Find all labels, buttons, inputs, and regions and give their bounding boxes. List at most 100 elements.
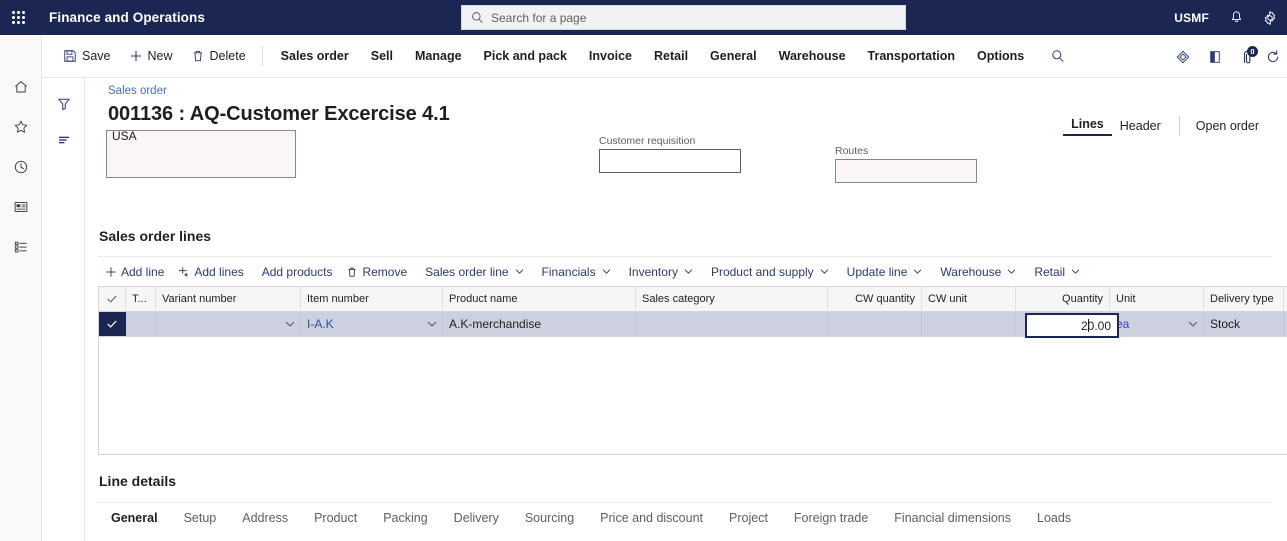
grid-header-quantity[interactable]: Quantity <box>1016 287 1110 311</box>
grid-toolbar-financials-button[interactable]: Financials <box>531 259 618 285</box>
line-details-tab-financial-dimensions[interactable]: Financial dimensions <box>881 511 1024 532</box>
lookup-chevron-down-icon[interactable] <box>1188 319 1198 329</box>
grid-toolbar-add-products-button[interactable]: Add products <box>251 259 340 285</box>
cell-cw-unit[interactable] <box>922 312 1016 336</box>
line-details-tab-foreign-trade[interactable]: Foreign trade <box>781 511 881 532</box>
line-details-tab-loads[interactable]: Loads <box>1024 511 1084 532</box>
page-tab-group: Lines Header Open order <box>1063 114 1265 138</box>
cell-item-number[interactable]: I-A.K <box>301 312 443 336</box>
line-details-tab-label: Delivery <box>453 511 499 525</box>
grid-header-cw-unit[interactable]: CW unit <box>922 287 1016 311</box>
grid-header-label: Product name <box>449 293 518 305</box>
delete-button[interactable]: Delete <box>182 39 255 73</box>
grid-header-cw-quantity[interactable]: CW quantity <box>828 287 922 311</box>
line-details-tab-setup[interactable]: Setup <box>171 511 230 532</box>
line-details-tab-price-and-discount[interactable]: Price and discount <box>587 511 716 532</box>
company-selector[interactable]: USMF <box>1164 11 1219 25</box>
line-details-tab-label: General <box>111 511 158 525</box>
grid-header-item-number[interactable]: Item number <box>301 287 443 311</box>
cell-t-[interactable] <box>126 312 156 336</box>
grid-toolbar-label: Update line <box>846 264 908 279</box>
lookup-chevron-down-icon[interactable] <box>285 319 295 329</box>
refresh-icon[interactable] <box>1263 39 1285 75</box>
cell-cw-quantity[interactable] <box>828 312 922 336</box>
grid-toolbar-remove-button[interactable]: Remove <box>339 259 414 285</box>
sort-lines-icon[interactable] <box>43 122 85 158</box>
new-button[interactable]: New <box>120 39 182 73</box>
app-launcher-icon[interactable] <box>0 0 36 35</box>
tab-lines[interactable]: Lines <box>1063 117 1112 136</box>
ribbon-tab-invoice[interactable]: Invoice <box>578 39 643 73</box>
grid-header-variant-number[interactable]: Variant number <box>156 287 301 311</box>
grid-toolbar-product-and-supply-button[interactable]: Product and supply <box>700 259 836 285</box>
line-details-tab-project[interactable]: Project <box>716 511 781 532</box>
grid-header-t-[interactable]: T... <box>126 287 156 311</box>
ribbon-tab-general[interactable]: General <box>699 39 768 73</box>
ribbon-tab-sell[interactable]: Sell <box>360 39 404 73</box>
recent-clock-icon[interactable] <box>0 147 42 187</box>
cell-sales-category[interactable] <box>636 312 828 336</box>
grid-toolbar-sales-order-line-button[interactable]: Sales order line <box>414 259 530 285</box>
share-diamond-icon[interactable] <box>1167 39 1199 75</box>
cell-variant-number[interactable] <box>156 312 301 336</box>
ribbon-tab-sales-order[interactable]: Sales order <box>270 39 360 73</box>
save-button[interactable]: Save <box>54 39 120 73</box>
line-details-tab-label: Packing <box>383 511 428 525</box>
grid-toolbar-add-lines-button[interactable]: Add lines <box>171 259 250 285</box>
grid-toolbar-retail-button[interactable]: Retail <box>1023 259 1087 285</box>
tab-header[interactable]: Header <box>1112 119 1169 133</box>
quantity-input-active[interactable]: 20.00 <box>1025 313 1119 338</box>
line-details-tab-address[interactable]: Address <box>229 511 301 532</box>
grid-header-unit[interactable]: Unit <box>1110 287 1204 311</box>
lookup-chevron-down-icon[interactable] <box>427 319 437 329</box>
global-search-input[interactable]: Search for a page <box>461 5 906 30</box>
grid-header-select-all[interactable] <box>99 287 126 311</box>
grid-header-delivery-type[interactable]: Delivery type <box>1204 287 1284 311</box>
ribbon-tab-label: Manage <box>415 49 462 63</box>
ribbon-tab-warehouse[interactable]: Warehouse <box>768 39 857 73</box>
grid-toolbar-add-line-button[interactable]: Add line <box>98 259 171 285</box>
ribbon-tab-pick-and-pack[interactable]: Pick and pack <box>473 39 578 73</box>
line-details-tab-sourcing[interactable]: Sourcing <box>512 511 587 532</box>
customer-requisition-input[interactable] <box>599 149 741 173</box>
ribbon-tab-transportation[interactable]: Transportation <box>857 39 967 73</box>
delivery-address-textarea[interactable]: USA <box>106 130 296 178</box>
modules-list-icon[interactable] <box>0 227 42 267</box>
line-details-tab-delivery[interactable]: Delivery <box>441 511 512 532</box>
grid-header-sales-category[interactable]: Sales category <box>636 287 828 311</box>
line-details-tab-packing[interactable]: Packing <box>370 511 440 532</box>
routes-input[interactable] <box>835 159 977 183</box>
ribbon-tab-options[interactable]: Options <box>966 39 1035 73</box>
grid-toolbar-update-line-button[interactable]: Update line <box>836 259 930 285</box>
grid-toolbar-warehouse-button[interactable]: Warehouse <box>929 259 1023 285</box>
workspaces-icon[interactable] <box>0 187 42 227</box>
add-lines-icon <box>178 266 190 278</box>
filter-funnel-icon[interactable] <box>43 86 85 122</box>
ribbon-tab-manage[interactable]: Manage <box>404 39 473 73</box>
grid-header-product-name[interactable]: Product name <box>443 287 636 311</box>
favorites-star-icon[interactable] <box>0 107 42 147</box>
line-details-tab-product[interactable]: Product <box>301 511 370 532</box>
row-select-checkbox[interactable] <box>99 312 126 336</box>
breadcrumb[interactable]: Sales order <box>108 85 167 97</box>
grid-header-label: CW unit <box>928 293 968 305</box>
cell-unit[interactable]: ea <box>1110 312 1204 336</box>
filter-pane <box>43 78 85 541</box>
page-content: Sales order 001136 : AQ-Customer Excerci… <box>85 78 1287 541</box>
cell-delivery-type[interactable]: Stock <box>1204 312 1284 336</box>
left-navigation-rail <box>0 35 42 541</box>
gear-icon[interactable] <box>1253 0 1287 35</box>
cell-product-name[interactable]: A.K-merchandise <box>443 312 636 336</box>
line-details-tab-general[interactable]: General <box>98 511 171 532</box>
app-title: Finance and Operations <box>49 10 205 25</box>
customer-requisition-label: Customer requisition <box>599 135 696 147</box>
bell-icon[interactable] <box>1219 0 1253 35</box>
ribbon-search-icon[interactable] <box>1043 41 1073 71</box>
grid-toolbar-inventory-button[interactable]: Inventory <box>618 259 700 285</box>
sales-order-lines-toolbar: Add line Add lines Add products Remove Sales… <box>98 256 1272 286</box>
attachments-icon[interactable]: 0 <box>1231 39 1263 75</box>
open-in-office-icon[interactable] <box>1199 39 1231 75</box>
home-icon[interactable] <box>0 67 42 107</box>
line-details-tab-label: Foreign trade <box>793 511 869 525</box>
ribbon-tab-retail[interactable]: Retail <box>643 39 699 73</box>
